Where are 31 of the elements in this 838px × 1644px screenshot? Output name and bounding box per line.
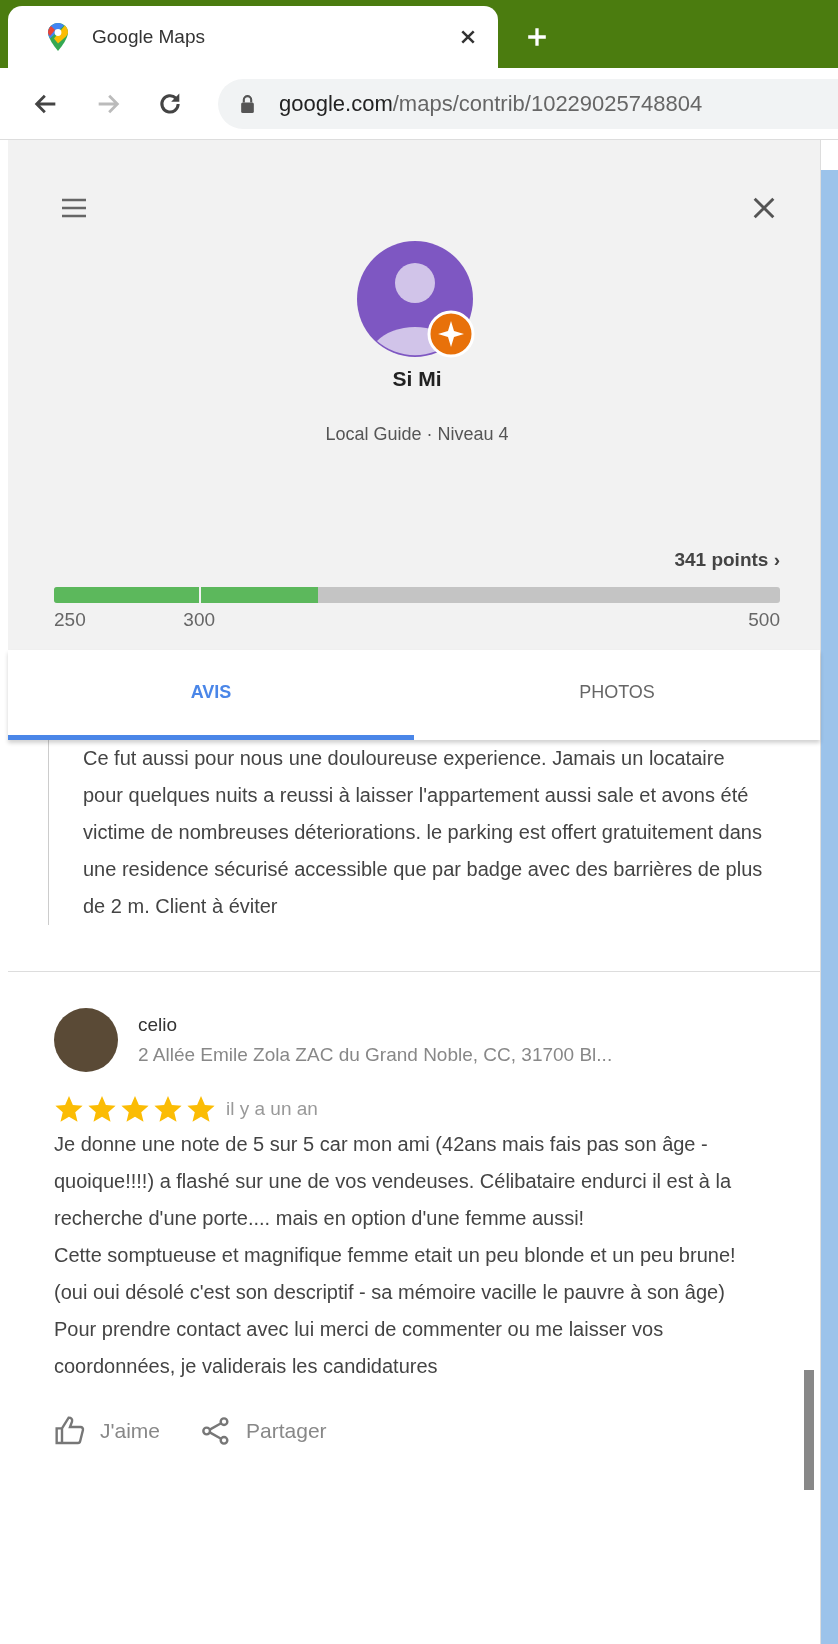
star-icon	[54, 1094, 84, 1124]
star-icon	[186, 1094, 216, 1124]
review-text: Je donne une note de 5 sur 5 car mon ami (42ans mais fais pas son âge - quoique!!!!) a flashé sur une de vos vendeuses. Célibataire endurci il est à la recherche d'une porte.... mais en option d'une femme aussi!	[54, 1132, 733, 1231]
map-pin-icon	[48, 23, 68, 51]
star-icon	[153, 1094, 183, 1124]
place-name[interactable]: celio	[138, 1014, 613, 1036]
star-icon	[87, 1094, 117, 1124]
star-icon	[120, 1094, 150, 1124]
place-address: 2 Allée Emile Zola ZAC du Grand Noble, CC, 31700 Bl...	[138, 1044, 613, 1066]
profile-level: Local Guide · Niveau 4	[325, 424, 509, 445]
lock-icon	[240, 94, 255, 113]
scrollbar-thumb[interactable]	[804, 1370, 814, 1490]
address-bar[interactable]: google.com/maps/contrib/10229025748804	[218, 78, 838, 129]
profile-name: Si Mi	[392, 367, 442, 391]
share-button[interactable]: Partager	[200, 1415, 327, 1447]
close-icon[interactable]	[460, 29, 476, 45]
review-text: Cette somptueuse et magnifique femme etait un peu blonde et un peu brune! (oui oui désolé c'est son descriptif - sa mémoire vacille le pauvre à son âge)	[54, 1243, 737, 1305]
like-button[interactable]: J'aime	[54, 1415, 161, 1447]
tick-label: 300	[183, 609, 216, 631]
review-text: Pour prendre contact avec lui merci de commenter ou me laisser vos coordonnées, je validerais les candidatures	[54, 1317, 665, 1379]
thumbs-up-icon	[54, 1415, 86, 1447]
review-date: il y a un an	[226, 1098, 318, 1120]
tab[interactable]: PHOTOS	[414, 650, 820, 740]
new-tab-icon[interactable]	[526, 26, 548, 48]
browser-tab[interactable]: Google Maps	[8, 6, 498, 68]
tab-title: Google Maps	[92, 26, 206, 48]
tick-label: 250	[54, 609, 86, 631]
tab[interactable]: AVIS	[8, 650, 414, 740]
owner-reply-text: Ce fut aussi pour nous une douloureuse experience. Jamais un locataire pour quelques nuits a reussi à laisser l'appartement aussi sale et avons été victime de nombreuses déteriorations. le parking est offert gratuitement dans une residence sécurisé accessible que par badge avec des barrières de plus de 2 m. Client à éviter	[48, 740, 765, 925]
tick-label: 500	[748, 609, 780, 631]
points-link[interactable]: 341 points ›	[674, 549, 780, 571]
